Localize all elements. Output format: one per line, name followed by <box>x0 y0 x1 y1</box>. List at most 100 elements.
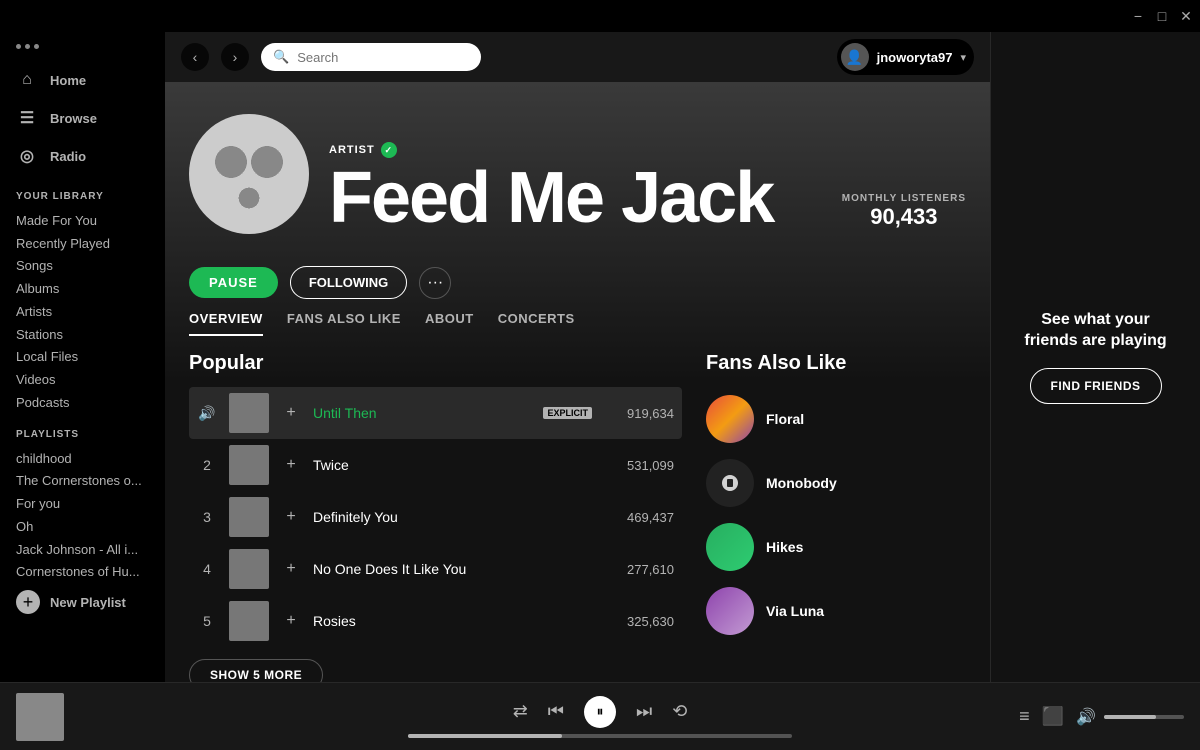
fan-name: Monobody <box>766 475 837 491</box>
track-add-button[interactable]: + <box>281 612 301 630</box>
table-row[interactable]: 4 + No One Does It Like You 277,610 <box>189 543 682 595</box>
top-bar: ‹ › 🔍 👤 jnoworyta97 ▾ <box>165 32 990 82</box>
track-name: Definitely You <box>313 509 592 525</box>
sidebar-playlist-cornerstones[interactable]: The Cornerstones o... <box>0 468 165 491</box>
sidebar-playlist-childhood[interactable]: childhood <box>0 446 165 469</box>
sidebar-playlist-oh[interactable]: Oh <box>0 514 165 537</box>
plus-icon: + <box>16 590 40 614</box>
list-item[interactable]: Monobody <box>706 451 966 515</box>
track-image <box>229 601 269 641</box>
popular-title: Popular <box>189 352 682 375</box>
track-plays: 277,610 <box>604 562 674 577</box>
sidebar-playlist-jack-johnson[interactable]: Jack Johnson - All i... <box>0 537 165 560</box>
playlists-section-label: PLAYLISTS <box>0 413 165 446</box>
table-row[interactable]: 🔊 + Until Then EXPLICIT 919,634 <box>189 387 682 439</box>
artist-header: ARTIST ✓ Feed Me Jack MONTHLY LISTENERS … <box>165 82 990 254</box>
progress-bar[interactable] <box>400 734 800 738</box>
track-plays: 919,634 <box>604 406 674 421</box>
tab-overview[interactable]: OVERVIEW <box>189 311 263 336</box>
search-input[interactable] <box>297 50 457 65</box>
sidebar-item-albums[interactable]: Albums <box>0 276 165 299</box>
sidebar-item-stations[interactable]: Stations <box>0 322 165 345</box>
track-add-button[interactable]: + <box>281 404 301 422</box>
more-button[interactable]: ··· <box>419 267 451 299</box>
sidebar-item-radio[interactable]: ◎ Radio <box>0 137 165 175</box>
track-image <box>229 445 269 485</box>
list-item[interactable]: Hikes <box>706 515 966 579</box>
sidebar-item-local-files[interactable]: Local Files <box>0 344 165 367</box>
window-controls[interactable]: − □ ✕ <box>1132 10 1192 22</box>
table-row[interactable]: 2 + Twice 531,099 <box>189 439 682 491</box>
tabs: OVERVIEW FANS ALSO LIKE ABOUT CONCERTS <box>165 311 990 336</box>
play-pause-button[interactable]: ⏸ <box>584 696 616 728</box>
track-number: 3 <box>197 509 217 525</box>
shuffle-button[interactable]: ⇄ <box>513 701 528 722</box>
sidebar-item-videos[interactable]: Videos <box>0 367 165 390</box>
tab-fans-also-like[interactable]: FANS ALSO LIKE <box>287 311 401 336</box>
track-plays: 325,630 <box>604 614 674 629</box>
sidebar-item-songs[interactable]: Songs <box>0 253 165 276</box>
home-icon: ⌂ <box>16 69 38 91</box>
track-add-button[interactable]: + <box>281 456 301 474</box>
tab-about[interactable]: ABOUT <box>425 311 474 336</box>
new-playlist-button[interactable]: + New Playlist <box>0 582 165 622</box>
monthly-listeners-count: 90,433 <box>842 204 966 230</box>
list-item[interactable]: Via Luna <box>706 579 966 643</box>
tab-concerts[interactable]: CONCERTS <box>498 311 575 336</box>
track-add-button[interactable]: + <box>281 508 301 526</box>
user-menu[interactable]: 👤 jnoworyta97 ▾ <box>837 39 974 75</box>
pause-button[interactable]: PAUSE <box>189 267 278 298</box>
chevron-down-icon: ▾ <box>960 51 966 64</box>
progress-track[interactable] <box>408 734 792 738</box>
forward-button[interactable]: › <box>221 43 249 71</box>
list-item[interactable]: Floral <box>706 387 966 451</box>
next-button[interactable]: ⏭ <box>636 701 652 722</box>
find-friends-button[interactable]: FIND FRIENDS <box>1030 368 1162 404</box>
search-bar[interactable]: 🔍 <box>261 43 481 71</box>
close-button[interactable]: ✕ <box>1180 10 1192 22</box>
table-row[interactable]: 5 + Rosies 325,630 <box>189 595 682 647</box>
verified-badge: ✓ <box>381 142 397 158</box>
fans-title: Fans Also Like <box>706 352 966 375</box>
maximize-button[interactable]: □ <box>1156 10 1168 22</box>
track-name: Until Then <box>313 405 531 421</box>
volume-control[interactable]: 🔊 <box>1076 707 1184 727</box>
fan-name: Via Luna <box>766 603 824 619</box>
sidebar-item-artists[interactable]: Artists <box>0 299 165 322</box>
show-more-button[interactable]: SHOW 5 MORE <box>189 659 323 682</box>
artist-image <box>189 114 309 234</box>
back-button[interactable]: ‹ <box>181 43 209 71</box>
friends-panel: See what your friends are playing FIND F… <box>990 32 1200 682</box>
fan-name: Hikes <box>766 539 803 555</box>
track-thumbnail <box>229 445 269 485</box>
track-thumbnail <box>229 549 269 589</box>
repeat-button[interactable]: ⟲ <box>672 701 687 722</box>
following-button[interactable]: FOLLOWING <box>290 266 407 299</box>
track-number: 4 <box>197 561 217 577</box>
username-label: jnoworyta97 <box>877 50 953 65</box>
artist-page: ARTIST ✓ Feed Me Jack MONTHLY LISTENERS … <box>165 82 990 682</box>
volume-bar[interactable] <box>1104 715 1184 719</box>
sidebar-item-podcasts[interactable]: Podcasts <box>0 390 165 413</box>
queue-button[interactable]: ≡ <box>1019 706 1030 727</box>
sidebar: ⌂ Home ☰ Browse ◎ Radio YOUR LIBRARY Mad… <box>0 32 165 682</box>
sidebar-item-made-for-you[interactable]: Made For You <box>0 208 165 231</box>
volume-fill <box>1104 715 1156 719</box>
player-controls: ⇄ ⏮ ⏸ ⏭ ⟲ <box>513 696 688 728</box>
track-add-button[interactable]: + <box>281 560 301 578</box>
minimize-button[interactable]: − <box>1132 10 1144 22</box>
sidebar-item-recently-played[interactable]: Recently Played <box>0 231 165 254</box>
sidebar-playlist-for-you[interactable]: For you <box>0 491 165 514</box>
table-row[interactable]: 3 + Definitely You 469,437 <box>189 491 682 543</box>
sidebar-item-browse[interactable]: ☰ Browse <box>0 99 165 137</box>
sidebar-dots <box>0 32 165 61</box>
fan-name: Floral <box>766 411 804 427</box>
library-section-label: YOUR LIBRARY <box>0 175 165 208</box>
artist-avatar <box>189 114 309 234</box>
devices-button[interactable]: ⬛ <box>1042 706 1064 727</box>
sidebar-item-home[interactable]: ⌂ Home <box>0 61 165 99</box>
dot <box>25 44 30 49</box>
track-thumbnail <box>229 393 269 433</box>
sidebar-playlist-cornerstones-hu[interactable]: Cornerstones of Hu... <box>0 559 165 582</box>
previous-button[interactable]: ⏮ <box>548 701 564 722</box>
